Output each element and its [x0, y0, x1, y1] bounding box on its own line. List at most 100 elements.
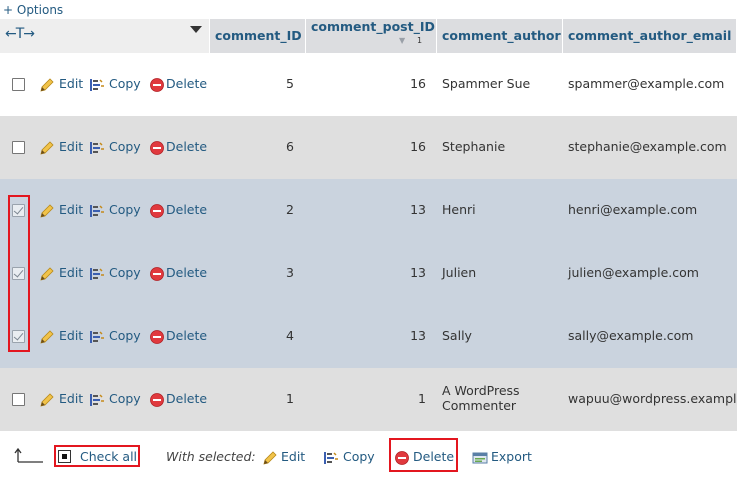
sort-order-number: 1 — [417, 36, 423, 45]
row-checkbox[interactable] — [12, 393, 25, 406]
row-edit-link[interactable]: Edit — [39, 391, 84, 407]
row-copy-link[interactable]: Copy — [89, 265, 144, 281]
bulk-export-label: Export — [491, 449, 532, 464]
row-copy-label: Copy — [109, 202, 141, 217]
row-checkbox[interactable] — [12, 141, 25, 154]
copy-row-icon — [90, 79, 104, 91]
pencil-icon — [40, 141, 54, 155]
row-delete-link[interactable]: Delete — [149, 202, 211, 218]
row-copy-link[interactable]: Copy — [89, 391, 144, 407]
pencil-icon — [40, 330, 54, 344]
row-delete-label: Delete — [166, 76, 208, 91]
row-edit-link[interactable]: Edit — [39, 265, 84, 281]
cell-comment-author-email: sally@example.com — [568, 328, 694, 343]
copy-row-icon — [90, 142, 104, 154]
cell-comment-author: Stephanie — [442, 139, 506, 154]
row-delete-link[interactable]: Delete — [149, 76, 211, 92]
table-row[interactable]: Edit Copy Delete 4 13 Sally sally@example.com — [0, 305, 737, 368]
row-copy-link[interactable]: Copy — [89, 202, 144, 218]
cell-comment-id: 5 — [286, 76, 294, 91]
row-checkbox[interactable] — [12, 78, 25, 91]
check-all-button[interactable]: Check all — [56, 447, 138, 467]
row-edit-link[interactable]: Edit — [39, 76, 84, 92]
export-icon — [472, 452, 488, 464]
column-header-comment-post-id[interactable]: comment_post_ID ▼ 1 — [306, 19, 437, 53]
copy-row-icon — [90, 205, 104, 217]
cell-comment-post-id: 13 — [410, 328, 426, 343]
row-copy-link[interactable]: Copy — [89, 139, 144, 155]
bulk-copy-button[interactable]: Copy — [323, 449, 377, 467]
row-edit-label: Edit — [59, 328, 84, 343]
cell-comment-id: 1 — [286, 391, 294, 406]
row-edit-label: Edit — [59, 76, 84, 91]
cell-comment-post-id: 13 — [410, 202, 426, 217]
row-copy-link[interactable]: Copy — [89, 76, 144, 92]
row-copy-link[interactable]: Copy — [89, 328, 144, 344]
delete-icon — [150, 78, 164, 92]
row-checkbox[interactable] — [12, 330, 25, 343]
bulk-delete-label: Delete — [413, 449, 455, 464]
column-header-comment-id[interactable]: comment_ID — [210, 19, 306, 53]
row-copy-label: Copy — [109, 139, 141, 154]
row-delete-link[interactable]: Delete — [149, 139, 211, 155]
cell-comment-author-email: julien@example.com — [568, 265, 699, 280]
column-header-label: comment_ID — [215, 28, 302, 43]
column-header-label: comment_author_email — [568, 28, 732, 43]
row-copy-label: Copy — [109, 265, 141, 280]
cell-comment-author: Sally — [442, 328, 472, 343]
table-row[interactable]: Edit Copy Delete 2 13 Henri henri@example.com — [0, 179, 737, 242]
options-link[interactable]: + Options — [3, 3, 63, 17]
cell-comment-id: 4 — [286, 328, 294, 343]
cell-comment-post-id: 13 — [410, 265, 426, 280]
cell-comment-author-email: stephanie@example.com — [568, 139, 727, 154]
bulk-delete-button[interactable]: Delete — [394, 449, 454, 467]
row-checkbox[interactable] — [12, 204, 25, 217]
table-row[interactable]: Edit Copy Delete 5 16 Spammer Sue spammer@exam… — [0, 53, 737, 116]
row-delete-link[interactable]: Delete — [149, 391, 211, 407]
cell-comment-author-email: spammer@example.com — [568, 76, 725, 91]
column-resize-arrows[interactable]: ←T→ — [5, 26, 35, 42]
row-delete-label: Delete — [166, 328, 208, 343]
row-delete-label: Delete — [166, 139, 208, 154]
cell-comment-post-id: 1 — [418, 391, 426, 406]
delete-icon — [150, 204, 164, 218]
column-header-comment-author[interactable]: comment_author — [437, 19, 563, 53]
check-all-label: Check all — [80, 449, 138, 464]
row-delete-label: Delete — [166, 391, 208, 406]
cell-comment-post-id: 16 — [410, 76, 426, 91]
row-delete-link[interactable]: Delete — [149, 265, 211, 281]
cell-comment-id: 3 — [286, 265, 294, 280]
table-row[interactable]: Edit Copy Delete 1 1 A WordPress Commenter wap… — [0, 368, 737, 431]
cell-comment-post-id: 16 — [410, 139, 426, 154]
row-edit-link[interactable]: Edit — [39, 202, 84, 218]
cell-comment-author-email: henri@example.com — [568, 202, 698, 217]
column-header-comment-author-email[interactable]: comment_author_email — [563, 19, 737, 53]
delete-icon — [395, 451, 409, 465]
check-all-checkbox[interactable] — [58, 450, 71, 463]
with-selected-label: With selected: — [166, 449, 256, 464]
copy-row-icon — [90, 268, 104, 280]
row-delete-link[interactable]: Delete — [149, 328, 211, 344]
row-delete-label: Delete — [166, 202, 208, 217]
sort-dropdown-icon[interactable] — [190, 26, 202, 33]
table-row[interactable]: Edit Copy Delete 6 16 Stephanie stephanie@exam… — [0, 116, 737, 179]
pencil-icon — [40, 393, 54, 407]
cell-comment-id: 2 — [286, 202, 294, 217]
row-edit-link[interactable]: Edit — [39, 328, 84, 344]
row-edit-label: Edit — [59, 202, 84, 217]
row-copy-label: Copy — [109, 391, 141, 406]
bulk-export-button[interactable]: Export — [472, 449, 536, 467]
copy-row-icon — [324, 452, 338, 464]
copy-row-icon — [90, 331, 104, 343]
bulk-actions-bar: Check all With selected: Edit Copy Delet… — [0, 431, 737, 485]
bulk-edit-button[interactable]: Edit — [262, 449, 306, 467]
table-row[interactable]: Edit Copy Delete 3 13 Julien julien@example.co… — [0, 242, 737, 305]
pencil-icon — [263, 451, 277, 465]
cell-comment-author: Julien — [442, 265, 477, 280]
cell-comment-author: A WordPress Commenter — [442, 383, 520, 413]
cell-comment-author: Spammer Sue — [442, 76, 531, 91]
row-edit-link[interactable]: Edit — [39, 139, 84, 155]
delete-icon — [150, 393, 164, 407]
row-checkbox[interactable] — [12, 267, 25, 280]
sort-descending-icon: ▼ — [399, 36, 406, 45]
